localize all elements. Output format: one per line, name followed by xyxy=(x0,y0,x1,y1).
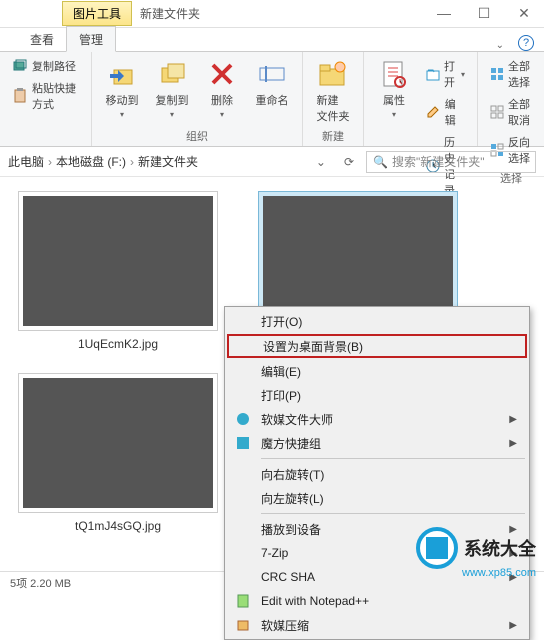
watermark-url: www.xp85.com xyxy=(462,567,536,579)
menu-separator xyxy=(261,458,525,459)
image-thumbnail[interactable]: tQ1mJ4sGQ.jpg xyxy=(18,373,218,533)
open-icon xyxy=(426,66,440,82)
properties-button[interactable]: 属性 ▾ xyxy=(372,56,416,121)
watermark-logo-icon xyxy=(416,527,458,569)
select-all-label: 全部选择 xyxy=(508,58,532,90)
new-group-label: 新建 xyxy=(311,126,355,144)
breadcrumb[interactable]: 此电脑›本地磁盘 (F:)›新建文件夹 xyxy=(8,153,198,170)
copy-to-button[interactable]: 复制到 ▾ xyxy=(150,56,194,121)
help-button[interactable]: ? xyxy=(518,35,534,51)
edit-icon xyxy=(426,104,441,120)
tab-view[interactable]: 查看 xyxy=(18,27,66,51)
close-button[interactable]: ✕ xyxy=(504,5,544,22)
search-placeholder: 搜索"新建文件夹" xyxy=(392,153,485,170)
ctx-print[interactable]: 打印(P) xyxy=(227,383,527,407)
delete-button[interactable]: 删除 ▾ xyxy=(200,56,244,121)
dropdown-icon[interactable]: ⌄ xyxy=(310,155,332,169)
watermark-name: 系统大全 xyxy=(464,535,536,561)
search-input[interactable]: 🔍 搜索"新建文件夹" xyxy=(366,151,536,173)
app-icon xyxy=(235,435,251,451)
ctx-rotate-right[interactable]: 向右旋转(T) xyxy=(227,462,527,486)
paste-shortcut-button[interactable]: 粘贴快捷方式 xyxy=(8,78,83,114)
search-icon: 🔍 xyxy=(373,155,388,169)
edit-label: 编辑 xyxy=(445,96,465,128)
ctx-ruanmei-zip[interactable]: 软媒压缩▶ xyxy=(227,613,527,637)
copy-path-icon xyxy=(12,58,28,74)
context-menu: 打开(O) 设置为桌面背景(B) 编辑(E) 打印(P) 软媒文件大师▶ 魔方快… xyxy=(224,306,530,640)
properties-icon xyxy=(378,58,410,90)
organize-group-label: 组织 xyxy=(100,126,294,144)
chevron-down-icon: ▾ xyxy=(120,110,124,119)
ctx-ruanmei-shortcut[interactable]: 魔方快捷组▶ xyxy=(227,431,527,455)
crumb-drive[interactable]: 本地磁盘 (F:) xyxy=(56,155,126,169)
chevron-down-icon: ▾ xyxy=(392,110,396,119)
app-icon xyxy=(235,411,251,427)
rename-icon xyxy=(256,58,288,90)
paste-shortcut-label: 粘贴快捷方式 xyxy=(32,80,79,112)
ctx-rotate-left[interactable]: 向左旋转(L) xyxy=(227,486,527,510)
select-all-icon xyxy=(490,66,504,82)
move-to-label: 移动到 xyxy=(106,92,139,108)
rename-button[interactable]: 重命名 xyxy=(250,56,294,110)
ctx-ruanmei-file[interactable]: 软媒文件大师▶ xyxy=(227,407,527,431)
minimize-button[interactable]: — xyxy=(424,5,464,22)
open-label: 打开 xyxy=(444,58,457,90)
ctx-open[interactable]: 打开(O) xyxy=(227,309,527,333)
paste-shortcut-icon xyxy=(12,88,28,104)
crumb-root[interactable]: 此电脑 xyxy=(8,155,44,169)
chevron-down-icon: ▾ xyxy=(170,110,174,119)
thumbnail-caption: tQ1mJ4sGQ.jpg xyxy=(18,519,218,533)
new-folder-icon xyxy=(317,58,349,90)
move-to-icon xyxy=(106,58,138,90)
thumbnail-image xyxy=(23,196,213,326)
maximize-button[interactable]: ☐ xyxy=(464,5,504,22)
menu-separator xyxy=(261,513,525,514)
ctx-set-background[interactable]: 设置为桌面背景(B) xyxy=(227,334,527,358)
select-none-label: 全部取消 xyxy=(508,96,532,128)
copy-path-label: 复制路径 xyxy=(32,58,76,74)
select-none-icon xyxy=(490,104,504,120)
properties-label: 属性 xyxy=(383,92,405,108)
select-all-button[interactable]: 全部选择 xyxy=(486,56,536,92)
thumbnail-caption: 1UqEcmK2.jpg xyxy=(18,337,218,351)
ctx-edit[interactable]: 编辑(E) xyxy=(227,359,527,383)
select-none-button[interactable]: 全部取消 xyxy=(486,94,536,130)
copy-to-icon xyxy=(156,58,188,90)
copy-to-label: 复制到 xyxy=(156,92,189,108)
delete-label: 删除 xyxy=(211,92,233,108)
refresh-icon[interactable]: ⟳ xyxy=(338,155,360,169)
picture-tools-tab[interactable]: 图片工具 xyxy=(62,1,132,26)
ribbon-expand-icon[interactable]: ⌄ xyxy=(496,40,504,51)
copy-path-button[interactable]: 复制路径 xyxy=(8,56,83,76)
thumbnail-image xyxy=(23,378,213,508)
crumb-folder[interactable]: 新建文件夹 xyxy=(138,155,198,169)
chevron-down-icon: ▾ xyxy=(220,110,224,119)
submenu-arrow-icon: ▶ xyxy=(509,620,517,631)
edit-button[interactable]: 编辑 xyxy=(422,94,469,130)
window-title: 新建文件夹 xyxy=(140,5,200,22)
open-button[interactable]: 打开 ▾ xyxy=(422,56,469,92)
notepad-icon xyxy=(235,593,251,609)
new-folder-label: 新建 文件夹 xyxy=(317,92,350,124)
move-to-button[interactable]: 移动到 ▾ xyxy=(100,56,144,121)
rename-label: 重命名 xyxy=(256,92,289,108)
submenu-arrow-icon: ▶ xyxy=(509,414,517,425)
new-folder-button[interactable]: 新建 文件夹 xyxy=(311,56,355,126)
status-text: 5项 2.20 MB xyxy=(10,575,71,591)
watermark: 系统大全 www.xp85.com xyxy=(416,527,536,569)
clipboard-group-label xyxy=(8,142,83,144)
delete-icon xyxy=(206,58,238,90)
zip-icon xyxy=(235,617,251,633)
submenu-arrow-icon: ▶ xyxy=(509,438,517,449)
tab-manage[interactable]: 管理 xyxy=(66,26,116,52)
image-thumbnail[interactable]: 1UqEcmK2.jpg xyxy=(18,191,218,351)
